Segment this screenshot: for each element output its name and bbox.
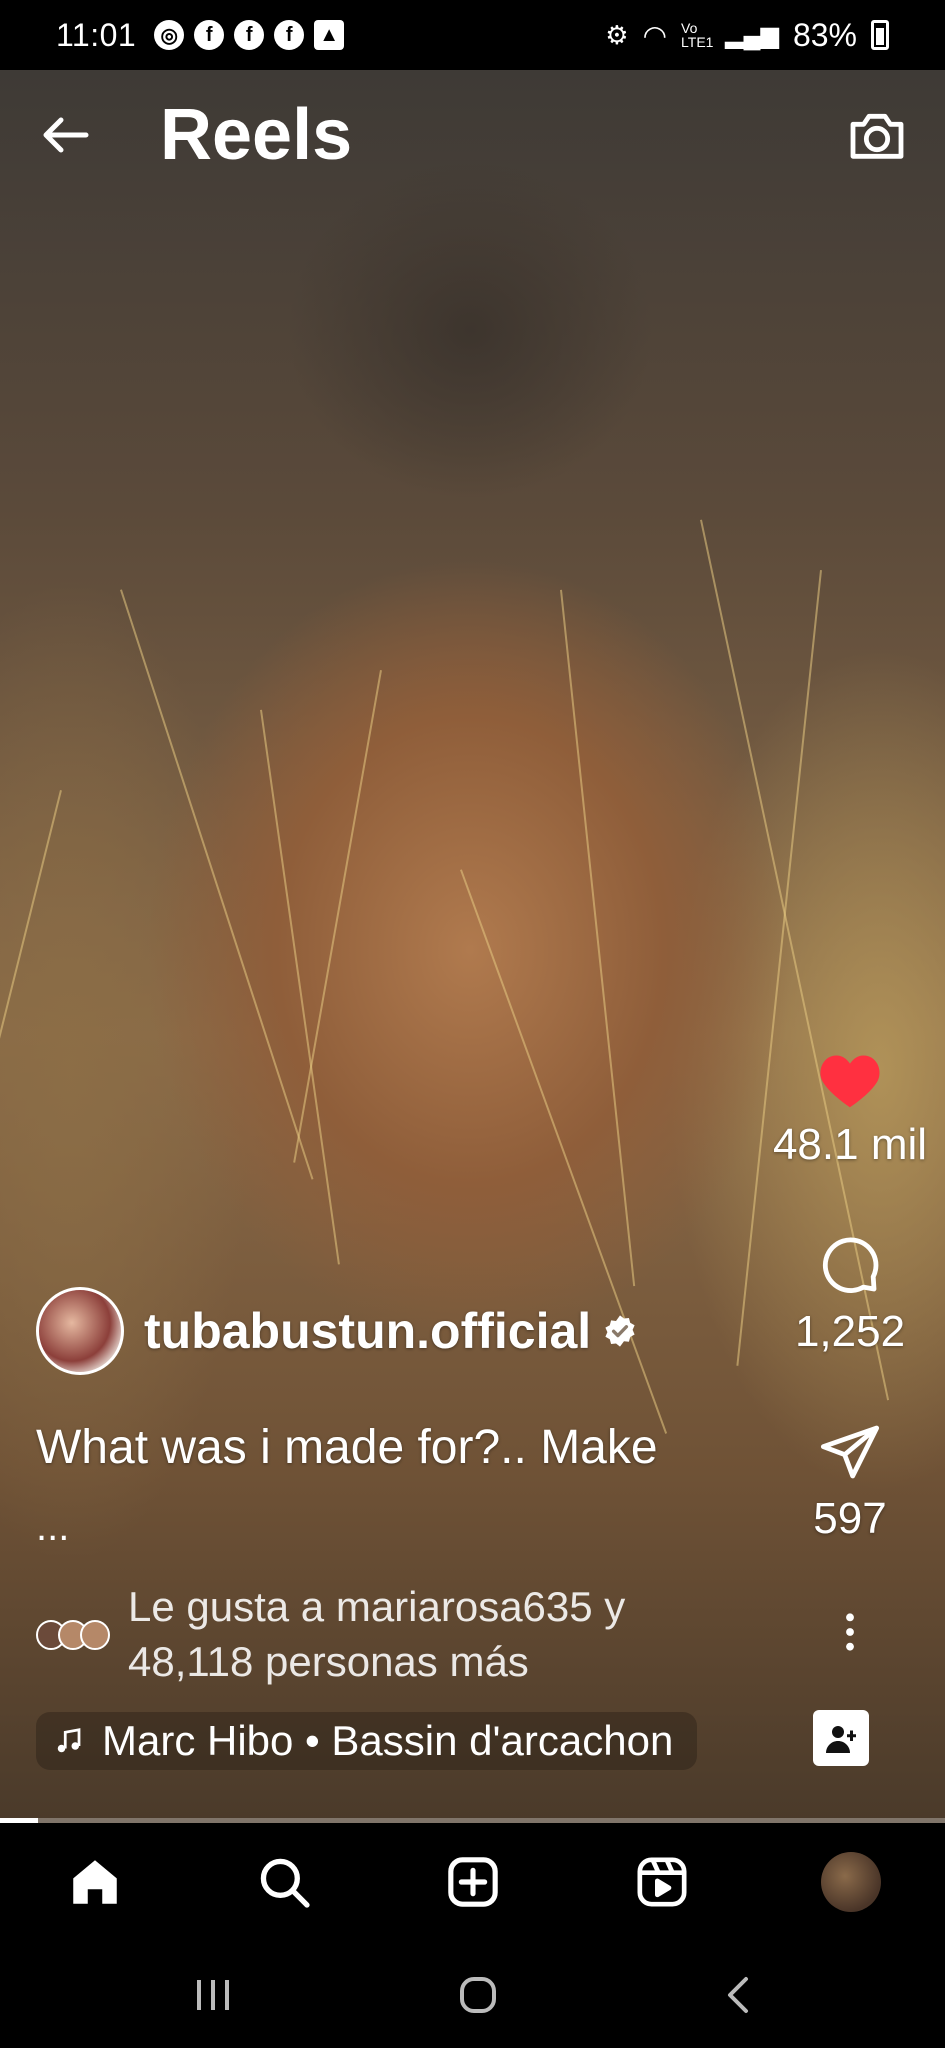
verified-icon — [605, 1315, 635, 1347]
camera-icon[interactable] — [845, 103, 909, 167]
nav-search[interactable] — [252, 1850, 316, 1914]
heart-icon[interactable] — [817, 1050, 883, 1110]
search-icon[interactable] — [255, 1853, 313, 1911]
create-icon[interactable] — [445, 1854, 501, 1910]
audio-thumbnail[interactable] — [813, 1710, 869, 1766]
video-texture — [260, 709, 340, 1265]
nav-reels[interactable] — [630, 1850, 694, 1914]
recent-apps-icon[interactable] — [193, 1978, 233, 2012]
comment-icon[interactable] — [818, 1233, 882, 1297]
audio-track[interactable]: Marc Hibo • Bassin d'arcachon — [36, 1712, 698, 1770]
nav-home[interactable] — [63, 1850, 127, 1914]
share-count: 597 — [813, 1494, 887, 1543]
user-audio-icon — [826, 1726, 856, 1753]
audio-track-label: Marc Hibo • Bassin d'arcachon — [102, 1717, 674, 1764]
nav-profile[interactable] — [819, 1850, 883, 1914]
liked-by-avatars — [36, 1619, 110, 1650]
profile-avatar[interactable] — [820, 1852, 881, 1912]
data-saver-icon: ⚙ — [605, 19, 629, 50]
video-texture — [293, 670, 382, 1163]
battery-percent: 83% — [792, 16, 857, 53]
status-time: 11:01 — [56, 16, 137, 53]
author-row[interactable]: tubabustun.official — [36, 1287, 637, 1375]
status-bar: 11:01 ◎ f f f ▲ ⚙ ◠ Vo LTE1 ▂▄▆ 83% — [0, 0, 945, 70]
author-avatar[interactable] — [36, 1287, 124, 1375]
caption-more[interactable]: ... — [36, 1505, 69, 1550]
comment-action[interactable]: 1,252 — [755, 1233, 945, 1357]
signal-icon: ▂▄▆ — [725, 21, 779, 49]
home-icon[interactable] — [66, 1853, 124, 1911]
back-arrow-icon[interactable] — [36, 105, 96, 165]
like-action[interactable]: 48.1 mil — [755, 1050, 945, 1170]
gallery-icon: ▲ — [314, 20, 345, 50]
author-username[interactable]: tubabustun.official — [144, 1302, 591, 1360]
page-title: Reels — [160, 95, 353, 175]
wifi-icon: ◠ — [642, 19, 668, 51]
post-caption[interactable]: What was i made for?.. Make — [36, 1420, 658, 1475]
video-texture — [560, 589, 636, 1287]
facebook-icon: f — [194, 20, 225, 50]
reels-icon[interactable] — [634, 1854, 690, 1910]
nav-create[interactable] — [441, 1850, 505, 1914]
more-vertical-icon[interactable] — [840, 1610, 860, 1654]
share-action[interactable]: 597 — [755, 1420, 945, 1544]
home-button-icon[interactable] — [458, 1975, 498, 2015]
comment-count: 1,252 — [794, 1307, 906, 1356]
back-button-icon[interactable] — [723, 1975, 753, 2015]
status-right: ⚙ ◠ Vo LTE1 ▂▄▆ 83% — [605, 17, 889, 54]
liker-avatar — [80, 1619, 110, 1650]
reels-header: Reels — [0, 70, 945, 200]
facebook-icon: f — [234, 20, 265, 50]
system-nav — [0, 1941, 945, 2048]
network-label: Vo LTE1 — [681, 20, 714, 50]
liked-by-text: Le gusta a mariarosa635 y 48,118 persona… — [128, 1583, 626, 1685]
share-icon[interactable] — [818, 1420, 882, 1484]
like-count: 48.1 mil — [772, 1120, 928, 1169]
reel-video[interactable] — [0, 70, 945, 1823]
facebook-icon: f — [274, 20, 305, 50]
battery-icon — [871, 20, 889, 50]
app-notification-icon: ◎ — [154, 20, 185, 50]
music-note-icon — [57, 1728, 81, 1753]
bottom-nav — [0, 1823, 945, 1941]
notification-icons: ◎ f f f ▲ — [154, 20, 345, 50]
more-options[interactable] — [755, 1610, 945, 1654]
liked-by-row[interactable]: Le gusta a mariarosa635 y 48,118 persona… — [36, 1580, 748, 1689]
